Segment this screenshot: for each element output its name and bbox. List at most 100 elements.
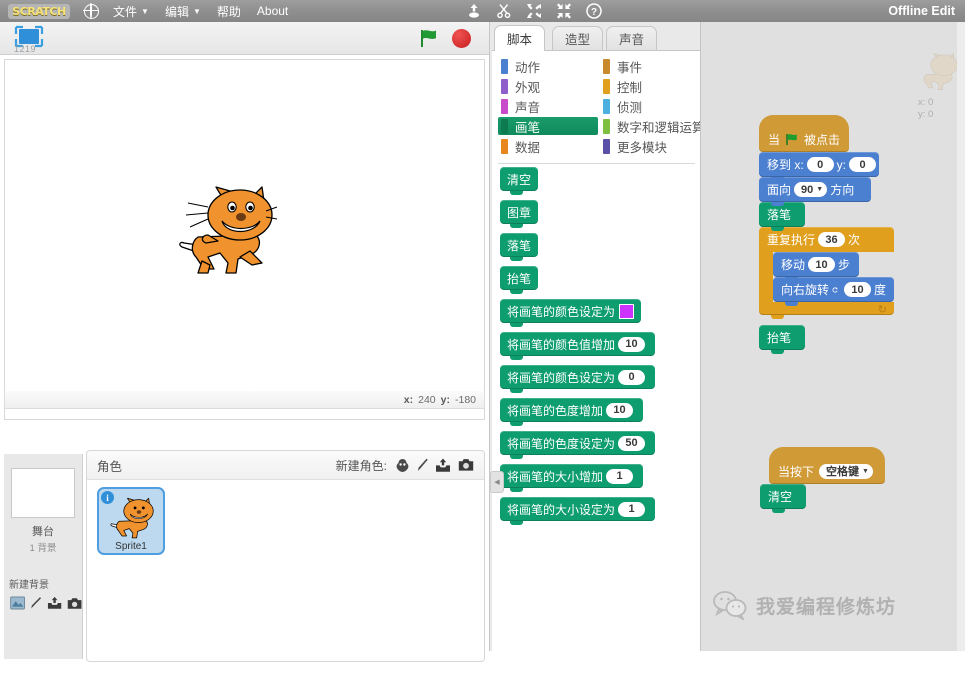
upload-icon[interactable] — [47, 596, 62, 610]
category-control[interactable]: 控制 — [600, 77, 705, 95]
menu-item-about-label: About — [256, 4, 289, 18]
choose-sprite-icon[interactable] — [395, 458, 410, 473]
script-stack-2[interactable]: 当按下 空格键 ▼ 清空 — [760, 447, 885, 513]
degrees-input[interactable]: 10 — [843, 282, 871, 297]
block-clear[interactable]: 清空 — [760, 484, 806, 513]
stage-thumbnail[interactable] — [11, 468, 75, 518]
stage-selector[interactable]: 舞台 1 背景 新建背景 — [4, 454, 83, 659]
block-palette-list[interactable]: 清空 图章 落笔 抬笔 将画笔的颜色设定为 将画笔的颜色值增加 10 将画笔的颜… — [492, 167, 701, 651]
repeat-count-input[interactable]: 36 — [818, 232, 846, 247]
palette-block-set-pen-size-to[interactable]: 将画笔的大小设定为 1 — [500, 497, 656, 525]
wechat-icon — [713, 591, 747, 620]
block-repeat[interactable]: 重复执行 36 次 移动 10 步 向右旋转 10 度 ↻ — [759, 227, 894, 319]
tab-costumes[interactable]: 造型 — [552, 26, 604, 50]
palette-collapse-handle[interactable]: ◀ — [490, 471, 504, 493]
key-dropdown[interactable]: 空格键 ▼ — [819, 463, 873, 479]
camera-icon[interactable] — [67, 597, 82, 610]
new-sprite-icons — [395, 458, 474, 473]
block-move-steps[interactable]: 移动 10 步 — [773, 252, 859, 281]
sprite-item-sprite1[interactable]: i Sprite1 — [97, 487, 165, 555]
block-label-a: 移到 x: — [767, 158, 804, 172]
category-sensing[interactable]: 侦测 — [600, 97, 705, 115]
menu-item-help-label: 帮助 — [216, 4, 241, 19]
repeat-suffix: 次 — [848, 233, 861, 247]
camera-sprite-icon[interactable] — [458, 458, 474, 472]
scratch-logo[interactable]: SCRATCH — [8, 3, 70, 19]
palette-block-pen-down[interactable]: 落笔 — [500, 233, 539, 261]
upload-sprite-icon[interactable] — [435, 458, 451, 473]
script-workspace[interactable]: x: 0 y: 0 当 被点击 移到 x: 0 y: 0 面向 90 ▼ 方向 … — [700, 22, 965, 651]
color-swatch-input[interactable] — [619, 303, 635, 319]
palette-block-set-pen-shade-to[interactable]: 将画笔的色度设定为 50 — [500, 431, 656, 459]
palette-block-change-pen-color-by[interactable]: 将画笔的颜色值增加 10 — [500, 332, 656, 360]
tab-sounds[interactable]: 声音 — [606, 26, 658, 50]
menu-item-about[interactable]: About — [249, 0, 296, 22]
palette-block-clear[interactable]: 清空 — [500, 167, 539, 195]
category-color-swatch — [603, 58, 610, 74]
number-input[interactable]: 50 — [618, 435, 646, 451]
category-color-swatch — [501, 118, 508, 134]
palette-block-stamp[interactable]: 图章 — [500, 200, 539, 228]
green-flag-icon[interactable] — [418, 28, 439, 49]
category-motion[interactable]: 动作 — [498, 57, 598, 75]
palette-panel: 动作 事件 外观 控制 声音 侦测 画笔 数字和逻辑运算 数据 更多模块 清空 … — [490, 50, 705, 651]
category-more-blocks[interactable]: 更多模块 — [600, 137, 705, 155]
steps-input[interactable]: 10 — [808, 257, 836, 272]
number-input[interactable]: 1 — [618, 501, 646, 517]
direction-dropdown[interactable]: 90 ▼ — [794, 182, 828, 197]
chevron-down-icon: ▼ — [192, 6, 201, 16]
category-color-swatch — [501, 98, 508, 114]
shrink-icon[interactable] — [556, 3, 572, 19]
block-pen-up[interactable]: 抬笔 — [759, 325, 805, 354]
scissors-icon[interactable] — [496, 3, 512, 19]
block-when-green-flag-clicked[interactable]: 当 被点击 — [759, 115, 850, 156]
palette-block-set-pen-color-to[interactable]: 将画笔的颜色设定为 0 — [500, 365, 656, 393]
category-looks[interactable]: 外观 — [498, 77, 598, 95]
menu-tool-icons: ? — [466, 3, 602, 19]
category-control-label: 控制 — [617, 80, 643, 95]
category-data[interactable]: 数据 — [498, 137, 598, 155]
help-icon[interactable]: ? — [586, 3, 602, 19]
category-operators[interactable]: 数字和逻辑运算 — [600, 117, 705, 135]
number-input[interactable]: 0 — [618, 369, 646, 385]
paint-sprite-icon[interactable] — [417, 458, 428, 473]
number-input[interactable]: 1 — [606, 468, 634, 484]
block-label-b: 度 — [873, 283, 886, 297]
number-input[interactable]: 10 — [618, 336, 646, 352]
menu-item-file[interactable]: 文件 ▼ — [105, 0, 157, 22]
script-stack-1[interactable]: 当 被点击 移到 x: 0 y: 0 面向 90 ▼ 方向 落笔 重复执行 36… — [759, 115, 894, 354]
tab-scripts[interactable]: 脚本 — [494, 25, 546, 51]
grow-icon[interactable] — [526, 3, 542, 19]
number-input[interactable]: 10 — [606, 402, 634, 418]
x-input[interactable]: 0 — [806, 157, 834, 172]
menu-item-edit[interactable]: 编辑 ▼ — [157, 0, 209, 22]
menu-item-help[interactable]: 帮助 — [209, 0, 249, 22]
block-label: 清空 — [768, 490, 793, 504]
palette-block-change-pen-shade-by[interactable]: 将画笔的色度增加 10 — [500, 398, 644, 426]
paint-icon[interactable] — [30, 596, 42, 610]
block-go-to-xy[interactable]: 移到 x: 0 y: 0 — [759, 152, 879, 181]
picture-icon[interactable] — [10, 596, 26, 610]
stop-button-icon[interactable] — [452, 29, 471, 48]
x-value: 240 — [418, 393, 436, 406]
stage-canvas[interactable] — [4, 59, 485, 420]
block-when-key-pressed[interactable]: 当按下 空格键 ▼ — [769, 447, 885, 488]
category-pen[interactable]: 画笔 — [498, 117, 598, 135]
block-label-a: 移动 — [781, 258, 806, 272]
presentation-number: 1219 — [14, 44, 37, 54]
palette-block-set-pen-color-swatch[interactable]: 将画笔的颜色设定为 — [500, 299, 642, 327]
category-sound[interactable]: 声音 — [498, 97, 598, 115]
block-label: 落笔 — [767, 208, 792, 222]
key-value: 空格键 — [826, 466, 860, 478]
script-scrollbar[interactable] — [957, 22, 965, 651]
share-icon[interactable] — [466, 3, 482, 19]
palette-block-pen-up[interactable]: 抬笔 — [500, 266, 539, 294]
block-label: 图章 — [507, 205, 532, 220]
svg-text:?: ? — [591, 7, 597, 18]
scratch-cat[interactable] — [178, 185, 278, 277]
y-input[interactable]: 0 — [849, 157, 877, 172]
palette-block-change-pen-size-by[interactable]: 将画笔的大小增加 1 — [500, 464, 644, 492]
category-operators-label: 数字和逻辑运算 — [617, 120, 705, 135]
globe-icon[interactable] — [83, 2, 99, 19]
category-events[interactable]: 事件 — [600, 57, 705, 75]
